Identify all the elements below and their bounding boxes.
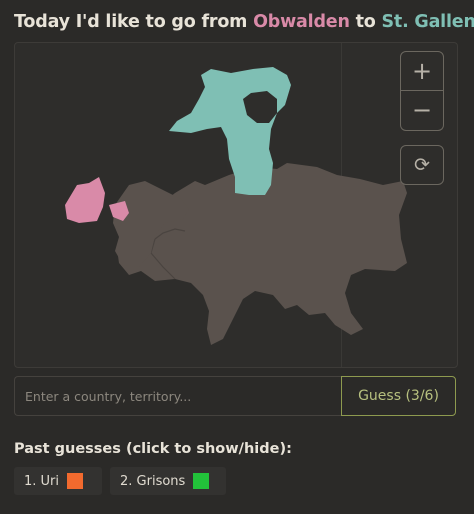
color-swatch [193,473,210,489]
guess-button[interactable]: Guess (3/6) [341,376,456,416]
past-guess-label: 2. Grisons [120,473,186,489]
guess-input[interactable] [14,376,342,416]
guess-form: Guess (3/6) [14,376,456,416]
destination-region: St. Gallen [381,12,474,32]
page-title: Today I'd like to go from Obwalden to St… [14,12,474,32]
title-middle: to [349,12,382,32]
title-prefix: Today I'd like to go from [14,12,254,32]
map-canvas[interactable] [15,43,457,367]
origin-region: Obwalden [253,12,350,32]
color-swatch [67,473,84,489]
zoom-in-button[interactable]: + [400,51,444,91]
past-guess-item[interactable]: 2. Grisons [110,467,226,495]
past-guess-label: 1. Uri [24,473,60,489]
map-view[interactable]: + − ⟳ [14,42,458,368]
reset-view-icon[interactable]: ⟳ [400,145,444,185]
past-guess-item[interactable]: 1. Uri [14,467,102,495]
region-obwalden[interactable] [65,177,105,223]
past-guesses-title: Past guesses (click to show/hide): [14,441,292,457]
zoom-out-button[interactable]: − [400,91,444,131]
